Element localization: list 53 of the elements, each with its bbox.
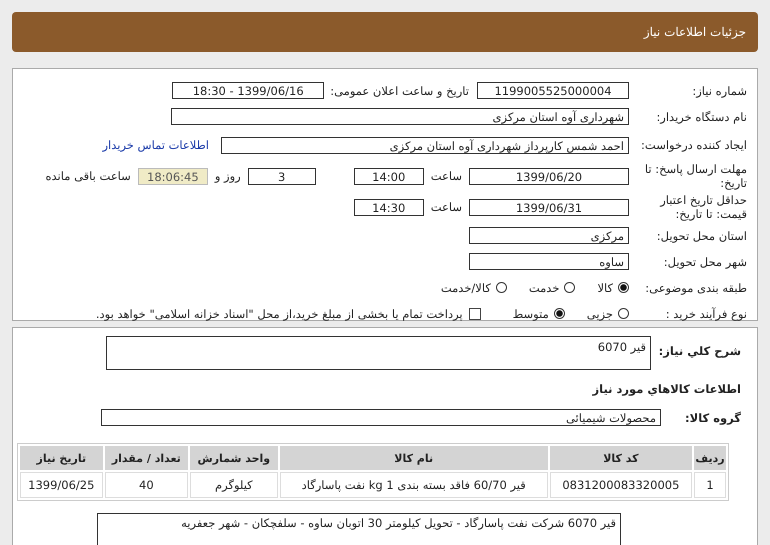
table-cell: کیلوگرم <box>190 472 278 498</box>
process-radio[interactable]: جزیی <box>586 306 629 320</box>
time-label: ساعت <box>430 169 462 183</box>
treasury-checkbox[interactable] <box>468 308 481 320</box>
field-label: شرح کلي نیاز: <box>658 344 742 358</box>
summary-field: قیر 6070 <box>106 336 651 370</box>
validity-time-field: 14:30 <box>354 198 424 216</box>
section-heading: اطلاعات کالاهاي مورد نیاز <box>592 382 742 396</box>
process-radio[interactable]: متوسط <box>512 306 565 320</box>
buyer-field: شهرداری آوه استان مرکزی <box>171 108 629 125</box>
buyer-contact-link[interactable]: اطلاعات تماس خریدار <box>102 138 209 152</box>
table-cell: قیر 60/70 فاقد بسته بندی 1 kg نفت پاسارگاد <box>280 472 548 498</box>
days-field: 3 <box>248 168 316 184</box>
table-cell: 1 <box>694 472 726 498</box>
category-radio[interactable]: کالا <box>597 280 629 294</box>
need-number-field: 1199005525000004 <box>477 82 629 99</box>
column-header: کد کالا <box>550 446 692 470</box>
field-label: نام دستگاه خریدار: <box>655 110 748 124</box>
field-label: ایجاد کننده درخواست: <box>640 138 748 152</box>
category-radio[interactable]: کالا/خدمت <box>440 280 507 294</box>
field-label: مهلت ارسال پاسخ: تا تاریخ: <box>644 162 748 190</box>
page-title: جزئیات اطلاعات نیاز <box>644 25 746 39</box>
field-label: شهر محل تحویل: <box>662 254 748 268</box>
time-label: ساعت <box>430 200 462 214</box>
category-radio[interactable]: خدمت <box>528 280 576 294</box>
note-field: قیر 6070 شرکت نفت پاسارگاد - تحویل کیلومتر 30 اتوبان ساوه - سلفچکان - شهر جعفریه <box>97 513 621 545</box>
remaining-time-field: 18:06:45 <box>138 168 208 184</box>
creator-field: احمد شمس کارپرداز شهرداری آوه استان مرکزی <box>221 136 629 154</box>
field-label: طبقه بندی موضوعی: <box>644 280 748 294</box>
table-cell: 0831200083320005 <box>550 472 692 498</box>
days-label: روز و <box>214 169 241 183</box>
deadline-date-field: 1399/06/20 <box>469 168 629 184</box>
field-label: گروه کالا: <box>684 410 742 424</box>
field-label: استان محل تحویل: <box>656 228 748 242</box>
remaining-label: ساعت باقی مانده <box>46 169 131 183</box>
table-cell: 40 <box>104 472 188 498</box>
field-label: حداقل تاریخ اعتبار قیمت: تا تاریخ: <box>658 193 748 221</box>
treasury-label: پرداخت تمام یا بخشی از مبلغ خرید،از محل "اسناد خزانه اسلامی" خواهد بود. <box>96 306 463 320</box>
column-header: واحد شمارش <box>190 446 278 470</box>
announce-date-field: 1399/06/16 - 18:30 <box>172 82 324 99</box>
deadline-time-field: 14:00 <box>354 168 424 184</box>
column-header: تاریخ نیاز <box>20 446 103 470</box>
column-header: تعداد / مقدار <box>104 446 188 470</box>
field-label: نوع فرآیند خرید : <box>664 306 748 320</box>
table-cell: 1399/06/25 <box>20 472 103 498</box>
column-header: ردیف <box>694 446 726 470</box>
province-field: مرکزی <box>469 227 629 244</box>
column-header: نام کالا <box>280 446 548 470</box>
field-label: تاریخ و ساعت اعلان عمومی: <box>330 84 469 98</box>
field-label: شماره نیاز: <box>691 84 748 98</box>
city-field: ساوه <box>469 253 629 270</box>
goods-group-field: محصولات شیمیائی <box>101 409 661 426</box>
validity-date-field: 1399/06/31 <box>469 198 629 216</box>
